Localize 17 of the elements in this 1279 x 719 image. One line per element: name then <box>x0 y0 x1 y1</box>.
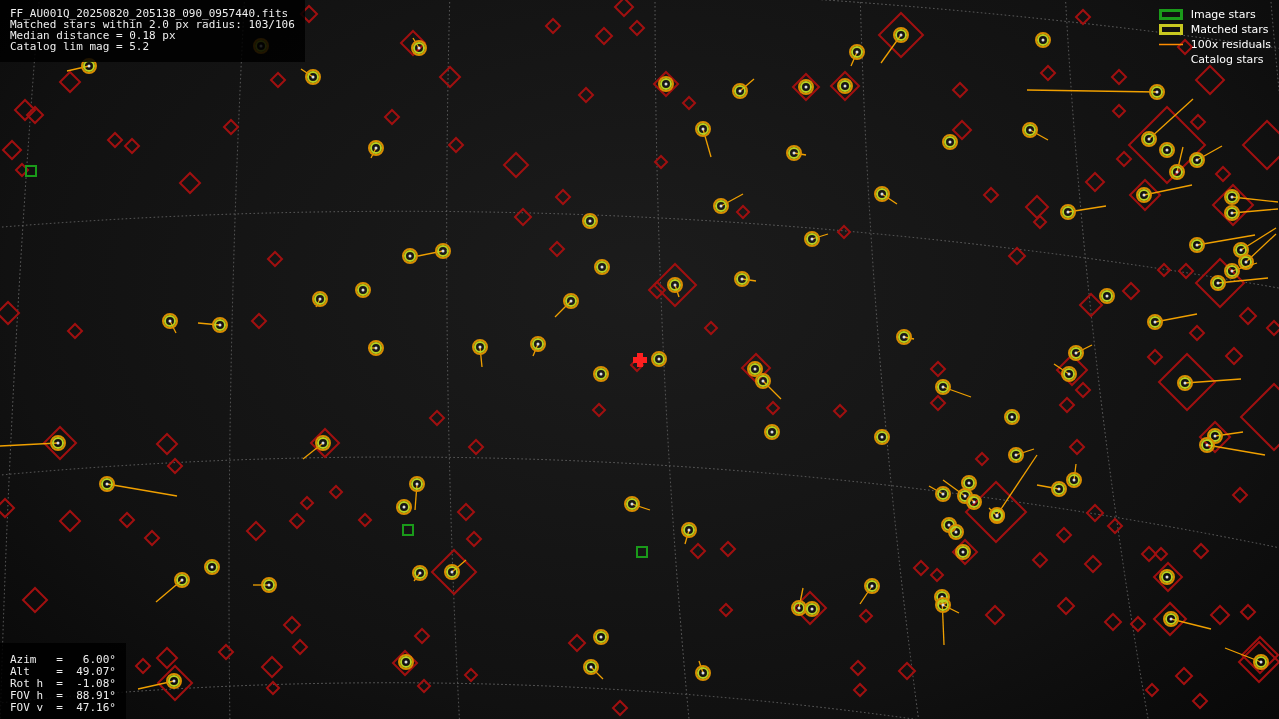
info-line: Catalog lim mag = 5.2 <box>10 41 151 52</box>
pointing-line: Alt = 49.07° <box>10 666 116 677</box>
legend-label: Image stars <box>1190 8 1256 21</box>
info-line: Matched stars within 2.0 px radius: 103/106 <box>10 19 295 30</box>
line-marker-icon <box>1158 43 1183 46</box>
square-marker-icon <box>1158 24 1183 35</box>
info-line: FF_AU001Q_20250820_205138_090_0957440.fits <box>10 8 290 19</box>
legend-label: Matched stars <box>1190 23 1269 36</box>
info-line: Median distance = 0.18 px <box>10 30 176 41</box>
legend-label: 100x residuals <box>1190 38 1271 51</box>
pointing-line: FOV v = 47.16° <box>10 702 116 713</box>
cross-icon <box>633 353 647 367</box>
pointing-line: Azim = 6.00° <box>10 654 116 665</box>
legend-label: Catalog stars <box>1190 53 1264 66</box>
pointing-line: Rot h = -1.08° <box>10 678 116 689</box>
pointing-line: FOV h = 88.91° <box>10 690 116 701</box>
square-marker-icon <box>1158 9 1183 20</box>
